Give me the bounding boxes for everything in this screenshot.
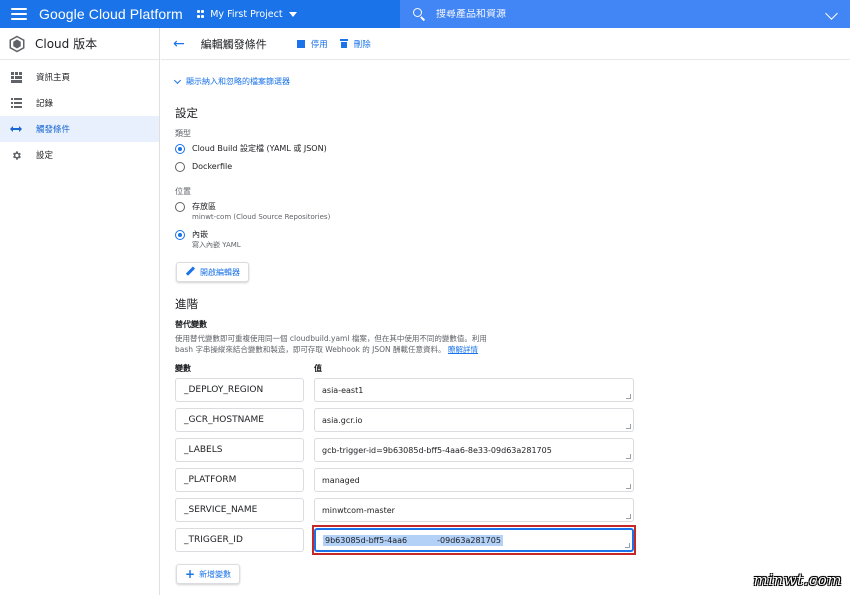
- search-icon: [412, 7, 426, 21]
- variable-value-field[interactable]: gcb-trigger-id=9b63085d-bff5-4aa6-8e33-0…: [314, 438, 634, 462]
- back-arrow-icon[interactable]: ←: [173, 36, 185, 52]
- value-column-header: 值: [314, 364, 322, 373]
- location-label: 位置: [175, 187, 191, 196]
- disable-label: 停用: [310, 39, 328, 50]
- learn-more-link[interactable]: 瞭解詳情: [448, 345, 478, 354]
- open-editor-button[interactable]: 開啟編輯器: [176, 262, 249, 282]
- variable-value-field[interactable]: asia-east1: [314, 378, 634, 402]
- advanced-heading: 進階: [175, 297, 198, 311]
- sidebar: Cloud 版本 資訊主頁 記錄 觸發條件 設定: [0, 28, 160, 595]
- page-title: 編輯觸發條件: [200, 37, 267, 51]
- variable-name-field[interactable]: _DEPLOY_REGION: [175, 378, 304, 402]
- radio-label: Dockerfile: [192, 162, 233, 171]
- radio-label: 存放區: [192, 202, 216, 211]
- show-file-filters-link[interactable]: 顯示納入和忽略的檔案篩選器: [173, 76, 290, 87]
- search-bar[interactable]: [400, 0, 850, 28]
- disable-button[interactable]: 停用: [296, 38, 328, 50]
- resize-grip-icon[interactable]: [626, 394, 631, 399]
- chevron-down-icon: [173, 76, 182, 84]
- value-text: minwtcom-master: [322, 505, 395, 515]
- sidebar-title: Cloud 版本: [35, 37, 98, 51]
- sidebar-item-label: 記錄: [36, 99, 54, 109]
- highlight-annotation-box: [312, 525, 636, 555]
- type-label: 類型: [175, 129, 191, 138]
- resize-grip-icon[interactable]: [626, 454, 631, 459]
- substitution-variables-heading: 替代變數: [175, 320, 207, 329]
- add-variable-label: 新增變數: [199, 569, 232, 579]
- resize-grip-icon[interactable]: [626, 424, 631, 429]
- radio-sublabel: 寫入內嵌 YAML: [192, 241, 241, 249]
- location-option-repository[interactable]: 存放區 minwt-com (Cloud Source Repositories…: [175, 202, 330, 223]
- substitution-description: 使用替代變數即可重複使用同一個 cloudbuild.yaml 檔案，但在其中使…: [175, 333, 495, 355]
- chevron-down-icon[interactable]: [825, 7, 838, 20]
- description-line-2: bash 字串操縱來結合變數和製造，即可存取 Webhook 的 JSON 酬載…: [175, 345, 446, 354]
- description-line-1: 使用替代變數即可重複使用同一個 cloudbuild.yaml 檔案，但在其中使…: [175, 334, 487, 343]
- main-content: 顯示納入和忽略的檔案篩選器 設定 類型 Cloud Build 設定檔 (YAM…: [161, 61, 850, 595]
- watermark: minwt.com: [753, 571, 842, 589]
- sidebar-item-label: 資訊主頁: [36, 73, 71, 83]
- variable-name-field[interactable]: _PLATFORM: [175, 468, 304, 492]
- variable-value-field[interactable]: managed: [314, 468, 634, 492]
- radio-selected[interactable]: [175, 144, 185, 154]
- variable-value-field[interactable]: minwtcom-master: [314, 498, 634, 522]
- resize-grip-icon[interactable]: [626, 514, 631, 519]
- trigger-id-name-field[interactable]: _TRIGGER_ID: [175, 528, 304, 552]
- type-option-dockerfile[interactable]: Dockerfile: [175, 162, 232, 172]
- radio-unselected[interactable]: [175, 202, 185, 212]
- gear-icon: [10, 149, 22, 161]
- project-selector[interactable]: My First Project: [196, 8, 297, 20]
- open-editor-label: 開啟編輯器: [200, 267, 240, 277]
- top-app-bar: Google Cloud Platform My First Project: [0, 0, 850, 28]
- caret-down-icon: [288, 11, 297, 17]
- variable-column-header: 變數: [175, 364, 191, 373]
- filter-link-label: 顯示納入和忽略的檔案篩選器: [186, 77, 290, 86]
- delete-label: 刪除: [353, 39, 371, 50]
- plus-icon: +: [185, 567, 196, 581]
- search-input[interactable]: [436, 8, 796, 20]
- radio-unselected[interactable]: [175, 162, 185, 172]
- radio-selected[interactable]: [175, 230, 185, 240]
- location-option-inline[interactable]: 內嵌 寫入內嵌 YAML: [175, 230, 241, 251]
- list-icon: [10, 97, 22, 109]
- radio-label: Cloud Build 設定檔 (YAML 或 JSON): [192, 144, 327, 153]
- radio-label: 內嵌: [192, 230, 208, 239]
- variable-value-field[interactable]: asia.gcr.io: [314, 408, 634, 432]
- value-text: gcb-trigger-id=9b63085d-bff5-4aa6-8e33-0…: [322, 445, 552, 455]
- delete-button[interactable]: 刪除: [339, 38, 371, 50]
- sidebar-header: Cloud 版本: [0, 28, 159, 60]
- sidebar-item-history[interactable]: 記錄: [0, 90, 159, 116]
- trigger-arrows-icon: [10, 123, 22, 135]
- pencil-icon: [185, 267, 195, 277]
- value-text: asia.gcr.io: [322, 415, 363, 425]
- sidebar-item-label: 設定: [36, 151, 54, 161]
- project-name: My First Project: [210, 8, 283, 20]
- value-text: managed: [322, 475, 360, 485]
- variable-name-field[interactable]: _GCR_HOSTNAME: [175, 408, 304, 432]
- project-dots-icon: [196, 10, 205, 18]
- resize-grip-icon[interactable]: [626, 484, 631, 489]
- add-variable-button[interactable]: + 新增變數: [176, 564, 241, 584]
- dashboard-icon: [10, 71, 22, 83]
- sidebar-item-triggers[interactable]: 觸發條件: [0, 116, 159, 142]
- sidebar-item-dashboard[interactable]: 資訊主頁: [0, 64, 159, 90]
- trash-icon: [339, 39, 348, 48]
- cloud-build-logo-icon: [9, 35, 25, 52]
- value-text: asia-east1: [322, 385, 364, 395]
- settings-heading: 設定: [175, 106, 198, 120]
- type-option-cloudbuild[interactable]: Cloud Build 設定檔 (YAML 或 JSON): [175, 144, 327, 154]
- sidebar-item-settings[interactable]: 設定: [0, 142, 159, 168]
- variable-name-field[interactable]: _LABELS: [175, 438, 304, 462]
- variable-name-field[interactable]: _SERVICE_NAME: [175, 498, 304, 522]
- sidebar-item-label: 觸發條件: [36, 125, 71, 135]
- radio-sublabel: minwt-com (Cloud Source Repositories): [192, 213, 331, 221]
- page-header: ← 編輯觸發條件 停用 刪除: [161, 28, 850, 60]
- menu-icon[interactable]: [11, 8, 27, 20]
- brand-title[interactable]: Google Cloud Platform: [39, 6, 183, 22]
- stop-icon: [296, 39, 305, 48]
